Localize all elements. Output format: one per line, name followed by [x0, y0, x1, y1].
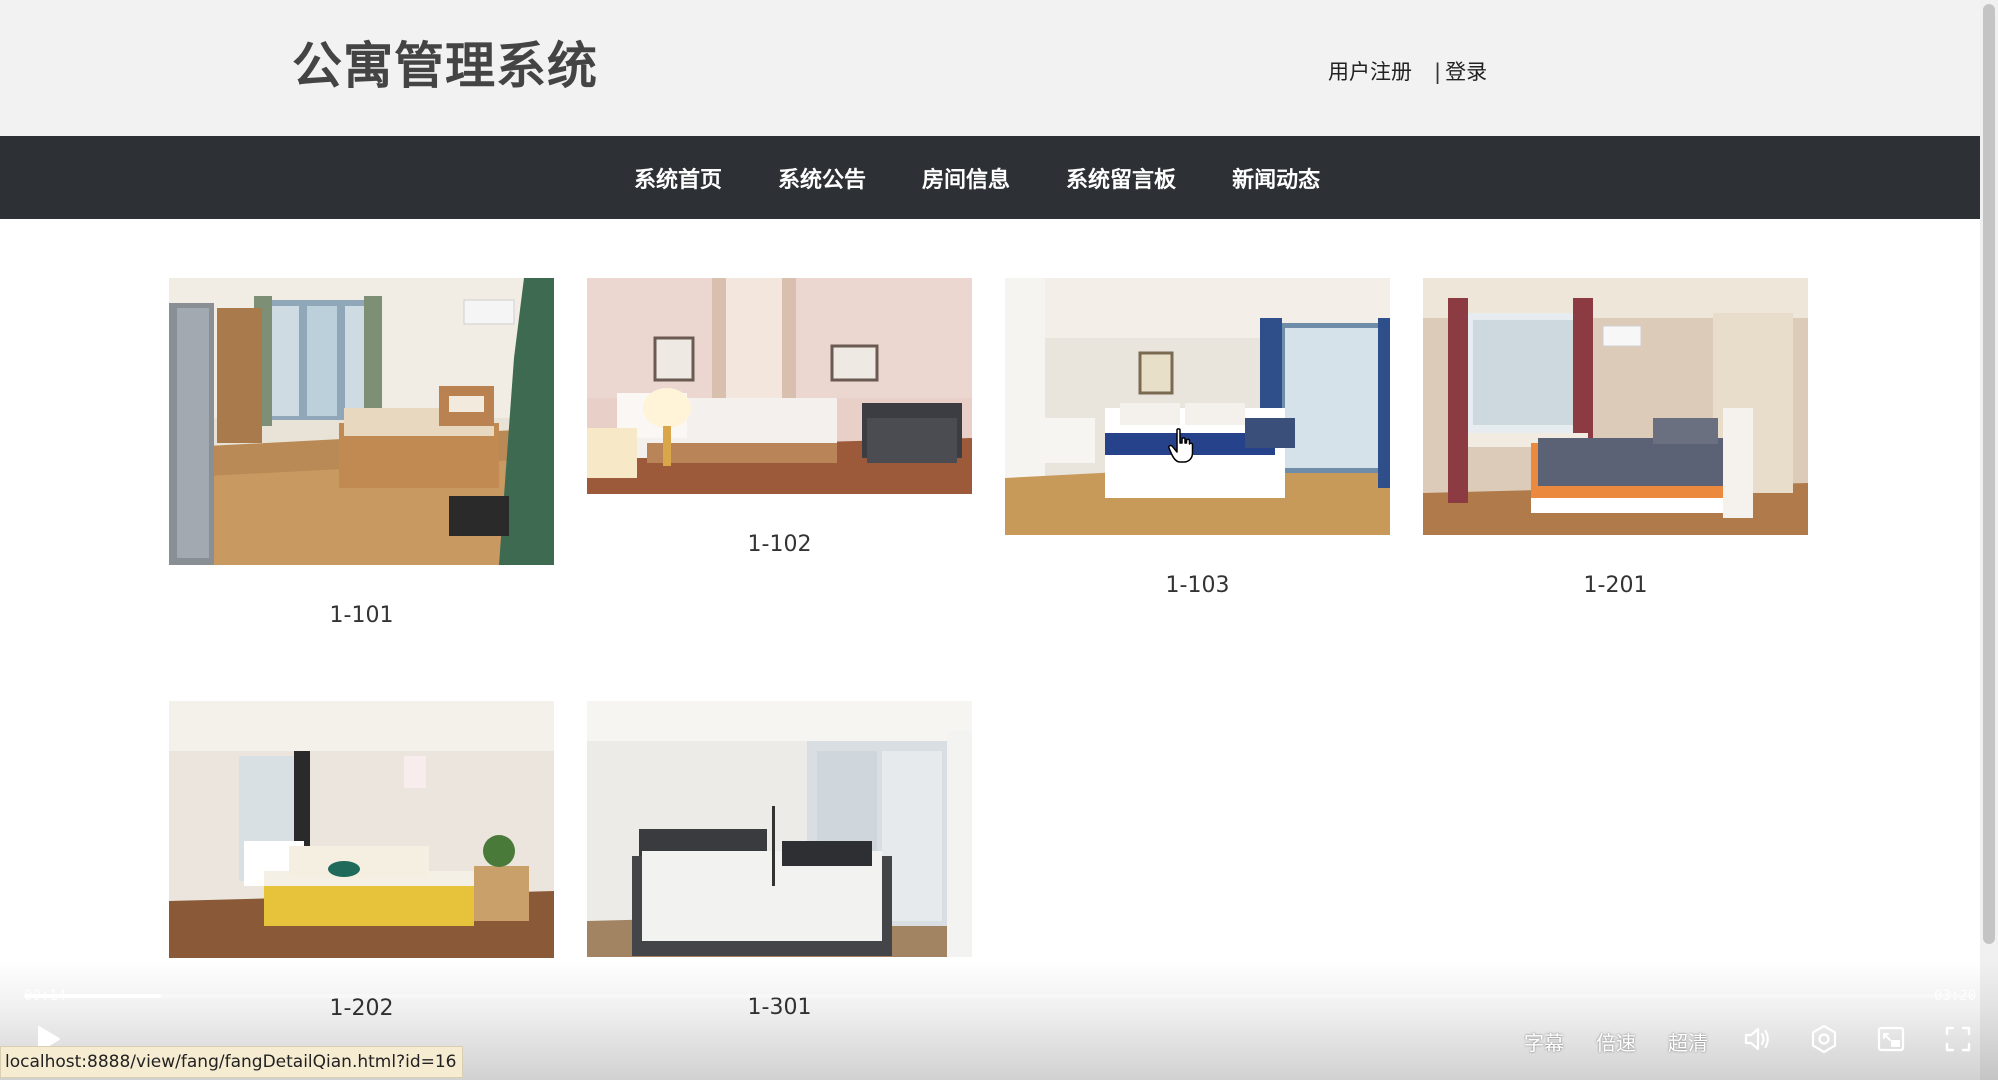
room-card-1-103[interactable]: 1-103 — [1005, 278, 1390, 598]
video-progress-fill — [24, 994, 161, 998]
nav-item-message-board[interactable]: 系统留言板 — [1066, 162, 1176, 194]
nav-items: 系统首页 系统公告 房间信息 系统留言板 新闻动态 — [634, 136, 1376, 219]
auth-links: 用户注册 | 登录 — [1328, 56, 1487, 86]
video-progress-bar[interactable] — [24, 994, 1974, 998]
nav-item-news[interactable]: 新闻动态 — [1232, 162, 1320, 194]
status-bar-url: localhost:8888/view/fang/fangDetailQian.… — [0, 1046, 464, 1078]
subtitle-button[interactable]: 字幕 — [1524, 1027, 1564, 1056]
register-link[interactable]: 用户注册 — [1328, 60, 1412, 84]
playback-speed-button[interactable]: 倍速 — [1596, 1027, 1636, 1056]
settings-icon[interactable] — [1807, 1022, 1841, 1056]
room-photo-1-202[interactable] — [169, 701, 554, 958]
hand-pointer-icon — [1168, 428, 1194, 463]
nav-item-rooms[interactable]: 房间信息 — [922, 162, 1010, 194]
room-label-1-102[interactable]: 1-102 — [587, 532, 972, 557]
scrollbar-thumb[interactable] — [1983, 4, 1995, 944]
room-photo-1-201[interactable] — [1423, 278, 1808, 535]
quality-button[interactable]: 超清 — [1668, 1027, 1708, 1056]
room-photo-1-103[interactable] — [1005, 278, 1390, 535]
room-photo-1-101[interactable] — [169, 278, 554, 565]
nav-item-announcements[interactable]: 系统公告 — [778, 162, 866, 194]
room-card-1-202[interactable]: 1-202 — [169, 701, 554, 1021]
picture-in-picture-icon[interactable] — [1874, 1022, 1908, 1056]
room-card-1-102[interactable]: 1-102 — [587, 278, 972, 557]
fullscreen-icon[interactable] — [1941, 1022, 1975, 1056]
room-photo-1-301[interactable] — [587, 701, 972, 957]
site-header: 公寓管理系统 用户注册 | 登录 — [0, 0, 1980, 136]
main-nav: 系统首页 系统公告 房间信息 系统留言板 新闻动态 — [0, 136, 1980, 219]
room-label-1-103[interactable]: 1-103 — [1005, 573, 1390, 598]
page: 公寓管理系统 用户注册 | 登录 系统首页 系统公告 房间信息 系统留言板 新闻动态 — [0, 0, 1998, 1080]
login-link[interactable]: 登录 — [1445, 60, 1487, 84]
room-label-1-301[interactable]: 1-301 — [587, 995, 972, 1020]
room-photo-1-102[interactable] — [587, 278, 972, 494]
room-label-1-202[interactable]: 1-202 — [169, 996, 554, 1021]
room-card-1-201[interactable]: 1-201 — [1423, 278, 1808, 598]
room-label-1-201[interactable]: 1-201 — [1423, 573, 1808, 598]
room-card-1-101[interactable]: 1-101 — [169, 278, 554, 628]
room-card-1-301[interactable]: 1-301 — [587, 701, 972, 1020]
auth-separator: | — [1434, 60, 1442, 84]
site-title: 公寓管理系统 — [292, 37, 598, 95]
nav-item-home[interactable]: 系统首页 — [634, 162, 722, 194]
volume-icon[interactable] — [1740, 1022, 1774, 1056]
room-label-1-101[interactable]: 1-101 — [169, 603, 554, 628]
